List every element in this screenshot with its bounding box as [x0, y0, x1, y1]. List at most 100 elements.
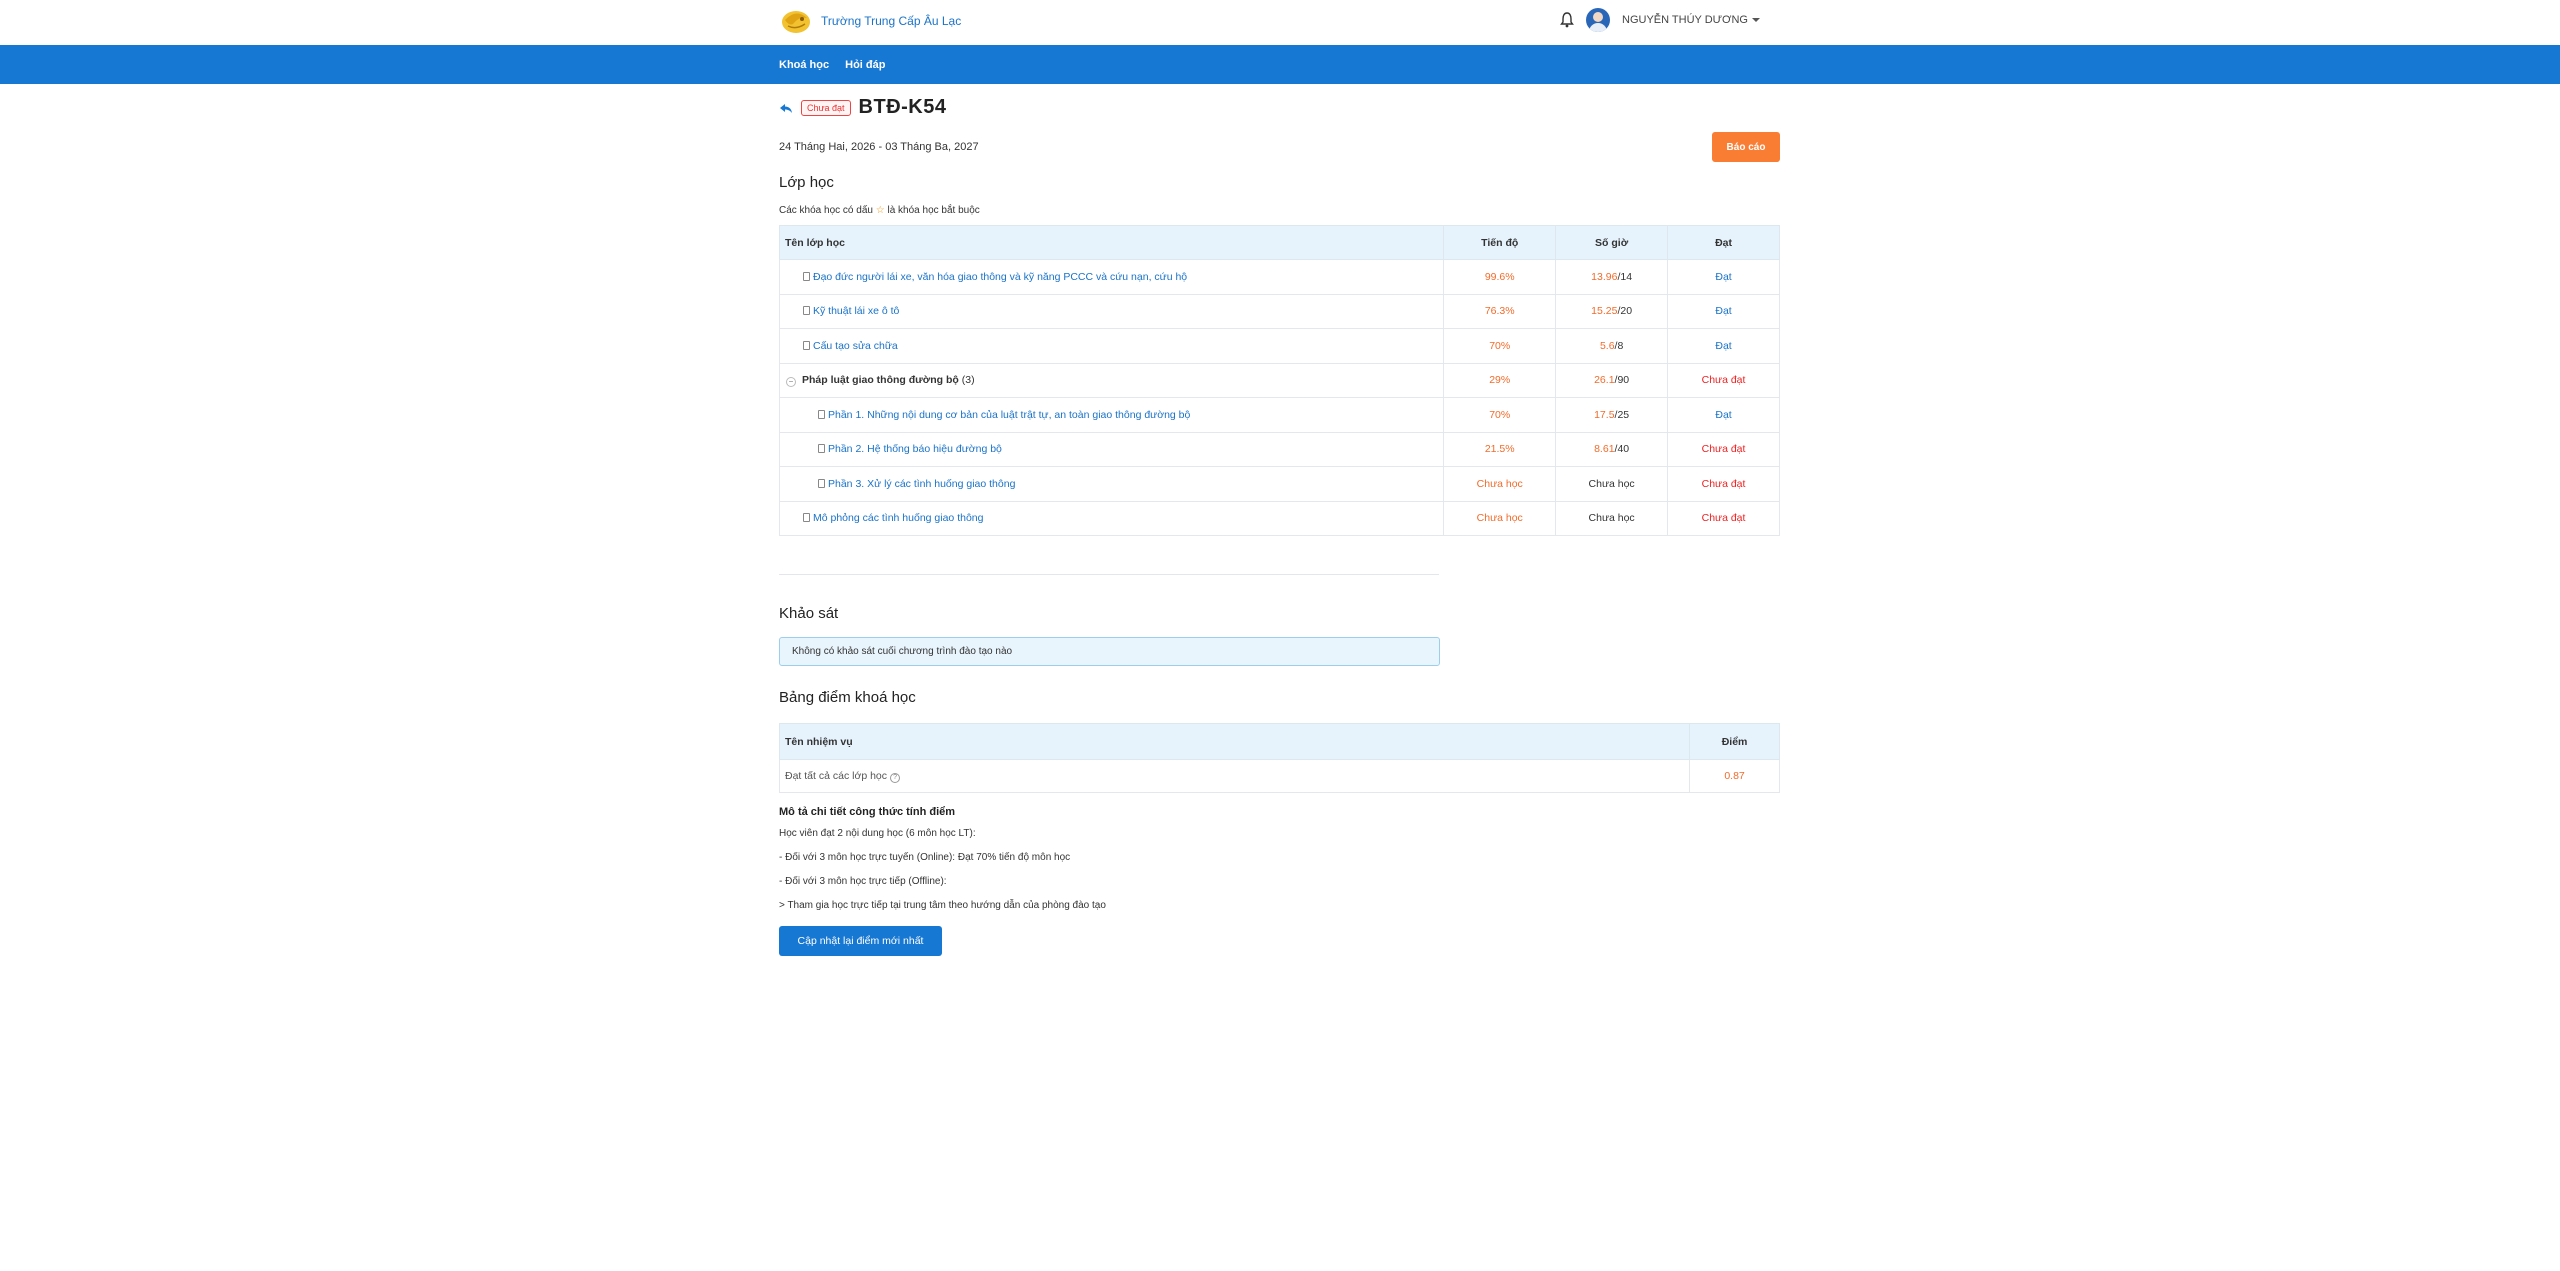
hours-total: /25 — [1614, 408, 1630, 421]
formula-line: > Tham gia học trực tiếp tại trung tâm t… — [779, 900, 1106, 911]
document-icon — [818, 409, 825, 419]
user-area: NGUYỄN THÚY DƯƠNG — [1560, 8, 1760, 32]
hours-total: /40 — [1614, 443, 1630, 456]
class-link[interactable]: Phần 2. Hệ thống báo hiệu đường bộ — [828, 443, 1002, 455]
hours-done: 26.1 — [1594, 374, 1615, 387]
pass-value: Chưa đạt — [1667, 466, 1780, 502]
note-text-after: là khóa học bắt buộc — [887, 205, 980, 216]
back-arrow-icon[interactable] — [779, 101, 793, 115]
section-divider — [779, 574, 1439, 575]
table-row: Phần 3. Xử lý các tình huống giao thông … — [778, 466, 1780, 502]
hours-value: 8.61/40 — [1555, 431, 1669, 467]
progress-value: 29% — [1443, 362, 1557, 398]
score-value: 0.87 — [1689, 759, 1780, 793]
pass-value: Đạt — [1667, 259, 1780, 295]
hours-value: Chưa học — [1555, 500, 1669, 536]
hours-done: 15.25 — [1591, 305, 1618, 318]
table-row: Đạt tất cả các lớp học? 0.87 — [778, 759, 1780, 793]
table-row-group: − Pháp luật giao thông đường bộ (3) 29% 2… — [778, 362, 1780, 398]
brand-logo[interactable]: Trường Trung Cấp Âu Lạc — [779, 6, 961, 36]
pass-value: Đạt — [1667, 397, 1780, 433]
group-name: Pháp luật giao thông đường bộ — [802, 373, 959, 386]
col-header-score: Điểm — [1689, 723, 1780, 760]
col-header-pass: Đạt — [1667, 225, 1780, 260]
class-link[interactable]: Phần 3. Xử lý các tình huống giao thông — [828, 478, 1015, 490]
class-link[interactable]: Kỹ thuật lái xe ô tô — [813, 305, 899, 317]
document-icon — [818, 478, 825, 488]
course-title-row: Chưa đạt BTĐ-K54 — [779, 96, 947, 119]
progress-value: Chưa học — [1443, 466, 1557, 502]
classes-table: Tên lớp học Tiến độ Số giờ Đạt Đạo đức n… — [778, 225, 1780, 536]
document-icon — [803, 513, 810, 523]
class-link[interactable]: Phần 1. Những nội dung cơ bản của luật t… — [828, 409, 1190, 421]
progress-value: 21.5% — [1443, 431, 1557, 467]
document-icon — [803, 271, 810, 281]
pass-value: Chưa đạt — [1667, 362, 1780, 398]
avatar[interactable] — [1586, 8, 1610, 32]
status-badge: Chưa đạt — [801, 99, 851, 116]
pass-value: Đạt — [1667, 293, 1780, 329]
nav-item-qa[interactable]: Hỏi đáp — [845, 59, 885, 71]
hours-done: 5.6 — [1599, 339, 1615, 352]
progress-value: Chưa học — [1443, 500, 1557, 536]
hours-done: 8.61 — [1594, 443, 1615, 456]
class-link[interactable]: Đạo đức người lái xe, văn hóa giao thông… — [813, 271, 1187, 283]
scores-heading: Bảng điểm khoá học — [779, 689, 916, 706]
class-link[interactable]: Mô phỏng các tình huống giao thông — [813, 512, 983, 524]
report-button[interactable]: Báo cáo — [1712, 132, 1780, 162]
collapse-toggle-icon[interactable]: − — [786, 376, 796, 387]
nav-item-courses[interactable]: Khoá học — [779, 59, 829, 71]
table-row: Kỹ thuật lái xe ô tô 76.3% 15.25/20 Đạt — [778, 293, 1780, 329]
date-range: 24 Tháng Hai, 2026 - 03 Tháng Ba, 2027 — [779, 141, 979, 153]
progress-value: 99.6% — [1443, 259, 1557, 295]
formula-line: Học viên đạt 2 nội dung học (6 môn học L… — [779, 828, 976, 839]
hours-value: Chưa học — [1555, 466, 1669, 502]
pass-value: Đạt — [1667, 328, 1780, 364]
hours-total: /8 — [1614, 339, 1624, 352]
scores-table: Tên nhiệm vụ Điểm Đạt tất cả các lớp học… — [778, 723, 1780, 793]
chevron-down-icon — [1752, 18, 1760, 23]
hours-value: 5.6/8 — [1555, 328, 1669, 364]
help-icon[interactable]: ? — [890, 772, 901, 783]
table-row: Phần 2. Hệ thống báo hiệu đường bộ 21.5%… — [778, 431, 1780, 467]
bell-icon[interactable] — [1560, 12, 1574, 28]
note-text-before: Các khóa học có dấu — [779, 205, 873, 216]
page-title: BTĐ-K54 — [858, 96, 947, 118]
task-name: Đạt tất cả các lớp học — [785, 769, 888, 782]
pass-value: Chưa đạt — [1667, 500, 1780, 536]
school-logo-icon — [779, 6, 813, 36]
table-row: Phần 1. Những nội dung cơ bản của luật t… — [778, 397, 1780, 433]
hours-value: 13.96/14 — [1555, 259, 1669, 295]
hours-total: /14 — [1617, 270, 1633, 283]
survey-heading: Khảo sát — [779, 605, 839, 622]
hours-total: /90 — [1614, 374, 1630, 387]
update-score-button[interactable]: Cập nhật lại điểm mới nhất — [779, 926, 942, 956]
formula-title: Mô tả chi tiết công thức tính điểm — [779, 806, 956, 818]
hours-value: 17.5/25 — [1555, 397, 1669, 433]
user-menu[interactable]: NGUYỄN THÚY DƯƠNG — [1622, 14, 1760, 26]
hours-done: 17.5 — [1594, 408, 1615, 421]
hours-total: /20 — [1617, 305, 1633, 318]
brand-name: Trường Trung Cấp Âu Lạc — [821, 14, 962, 28]
class-link[interactable]: Cấu tạo sửa chữa — [813, 340, 898, 352]
progress-value: 70% — [1443, 328, 1557, 364]
formula-line: - Đối với 3 môn học trực tuyến (Online):… — [779, 852, 1071, 863]
document-icon — [803, 306, 810, 316]
classes-heading: Lớp học — [779, 174, 834, 191]
table-header-row: Tên nhiệm vụ Điểm — [778, 723, 1780, 760]
required-note: Các khóa học có dấu ☆ là khóa học bắt bu… — [779, 205, 980, 216]
main-nav: Khoá học Hỏi đáp — [0, 45, 2560, 84]
table-row: Cấu tạo sửa chữa 70% 5.6/8 Đạt — [778, 328, 1780, 364]
group-count: (3) — [961, 373, 975, 386]
col-header-hours: Số giờ — [1555, 225, 1669, 260]
star-icon: ☆ — [875, 205, 885, 216]
pass-value: Chưa đạt — [1667, 431, 1780, 467]
user-name: NGUYỄN THÚY DƯƠNG — [1622, 14, 1748, 26]
hours-value: 15.25/20 — [1555, 293, 1669, 329]
progress-value: 70% — [1443, 397, 1557, 433]
table-row: Mô phỏng các tình huống giao thông Chưa … — [778, 500, 1780, 536]
col-header-name: Tên lớp học — [778, 225, 1445, 260]
top-header: Trường Trung Cấp Âu Lạc NGUYỄN THÚY DƯƠN… — [0, 0, 2560, 45]
table-row: Đạo đức người lái xe, văn hóa giao thông… — [778, 259, 1780, 295]
table-header-row: Tên lớp học Tiến độ Số giờ Đạt — [778, 225, 1780, 260]
